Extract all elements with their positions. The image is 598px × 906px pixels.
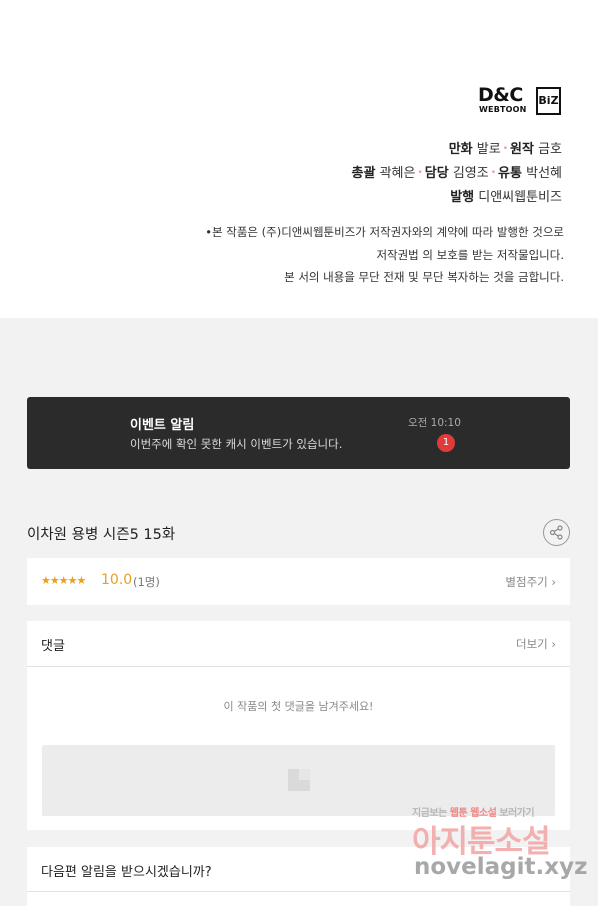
credit-value: 디앤씨웹툰비즈 <box>478 190 562 205</box>
placeholder-image-icon <box>288 769 310 791</box>
credit-label: 발행 <box>450 190 475 205</box>
credit-label: 만화 <box>448 142 473 157</box>
credit-value: 김영조 <box>452 166 489 181</box>
comments-header: 댓글 더보기 › <box>27 621 570 667</box>
credit-label: 원작 <box>510 142 534 157</box>
credit-separator: • <box>490 168 497 178</box>
credit-line-1: 만화 발로 • 원작 금호 <box>449 138 562 157</box>
logo-brand: D&C <box>478 84 523 106</box>
episode-title: 이차원 용병 시즌5 15화 <box>27 527 176 543</box>
next-episode-question: 다음편 알림을 받으시겠습니까? <box>41 865 212 880</box>
credit-value: 곽혜은 <box>379 166 416 181</box>
credits-section: D&C WEBTOON BiZ 만화 발로 • 원작 금호 총괄 곽혜은 • 담당 김영… <box>0 0 598 318</box>
dnc-webtoon-biz-logo: D&C WEBTOON BiZ <box>478 84 562 116</box>
rating-count: (1명) <box>133 575 160 589</box>
comments-empty-message: 이 작품의 첫 댓글을 남겨주세요! <box>223 700 374 713</box>
comments-label: 댓글 <box>41 639 65 654</box>
share-button[interactable] <box>543 519 570 546</box>
credit-value: 발로 <box>476 142 501 157</box>
credit-value: 박선혜 <box>526 166 562 181</box>
copyright-notice-1: •본 작품은 (주)디앤씨웹툰비즈가 저작권자와의 계약에 따라 발행한 것으로 <box>205 225 564 239</box>
copyright-notice-2: 저작권법 의 보호를 받는 저작물입니다. <box>376 248 564 262</box>
credit-separator: • <box>502 144 509 154</box>
notification-message: 이번주에 확인 못한 캐시 이벤트가 있습니다. <box>130 437 343 451</box>
credit-label: 총괄 <box>351 166 376 181</box>
credit-line-3: 발행 디앤씨웹툰비즈 <box>450 186 562 205</box>
share-icon <box>549 525 563 540</box>
rating-value: 10.0 <box>101 572 133 588</box>
comments-more-button[interactable]: 더보기 › <box>516 636 556 652</box>
credit-separator: • <box>417 168 423 178</box>
credit-line-2: 총괄 곽혜은 • 담당 김영조 • 유통 박선혜 <box>352 162 562 181</box>
copyright-notice-3: 본 서의 내용을 무단 전재 및 무단 복자하는 것을 금합니다. <box>284 270 564 284</box>
star-rating-icon: ★★★★★ <box>41 574 86 587</box>
notification-time: 오전 10:10 <box>408 417 461 429</box>
comments-card: 댓글 더보기 › 이 작품의 첫 댓글을 남겨주세요! <box>27 621 570 830</box>
notification-count-badge: 1 <box>437 434 455 452</box>
credit-label: 유통 <box>498 166 522 181</box>
credit-value: 금호 <box>538 142 562 157</box>
credit-label: 담당 <box>424 166 449 181</box>
notification-title: 이벤트 알림 <box>130 418 195 433</box>
watermark: 지금보는 웹툰 웹소설 보러가기 아지툰소설 novelagit.xyz <box>408 804 588 904</box>
logo-sub: WEBTOON <box>479 105 527 114</box>
rate-button[interactable]: 별점주기 › <box>505 574 556 590</box>
logo-badge: BiZ <box>536 87 561 115</box>
watermark-url: novelagit.xyz <box>414 854 588 880</box>
rating-card: ★★★★★ 10.0 (1명) 별점주기 › <box>27 558 570 605</box>
event-notification[interactable]: 이벤트 알림 이번주에 확인 못한 캐시 이벤트가 있습니다. 오전 10:10… <box>27 397 570 469</box>
